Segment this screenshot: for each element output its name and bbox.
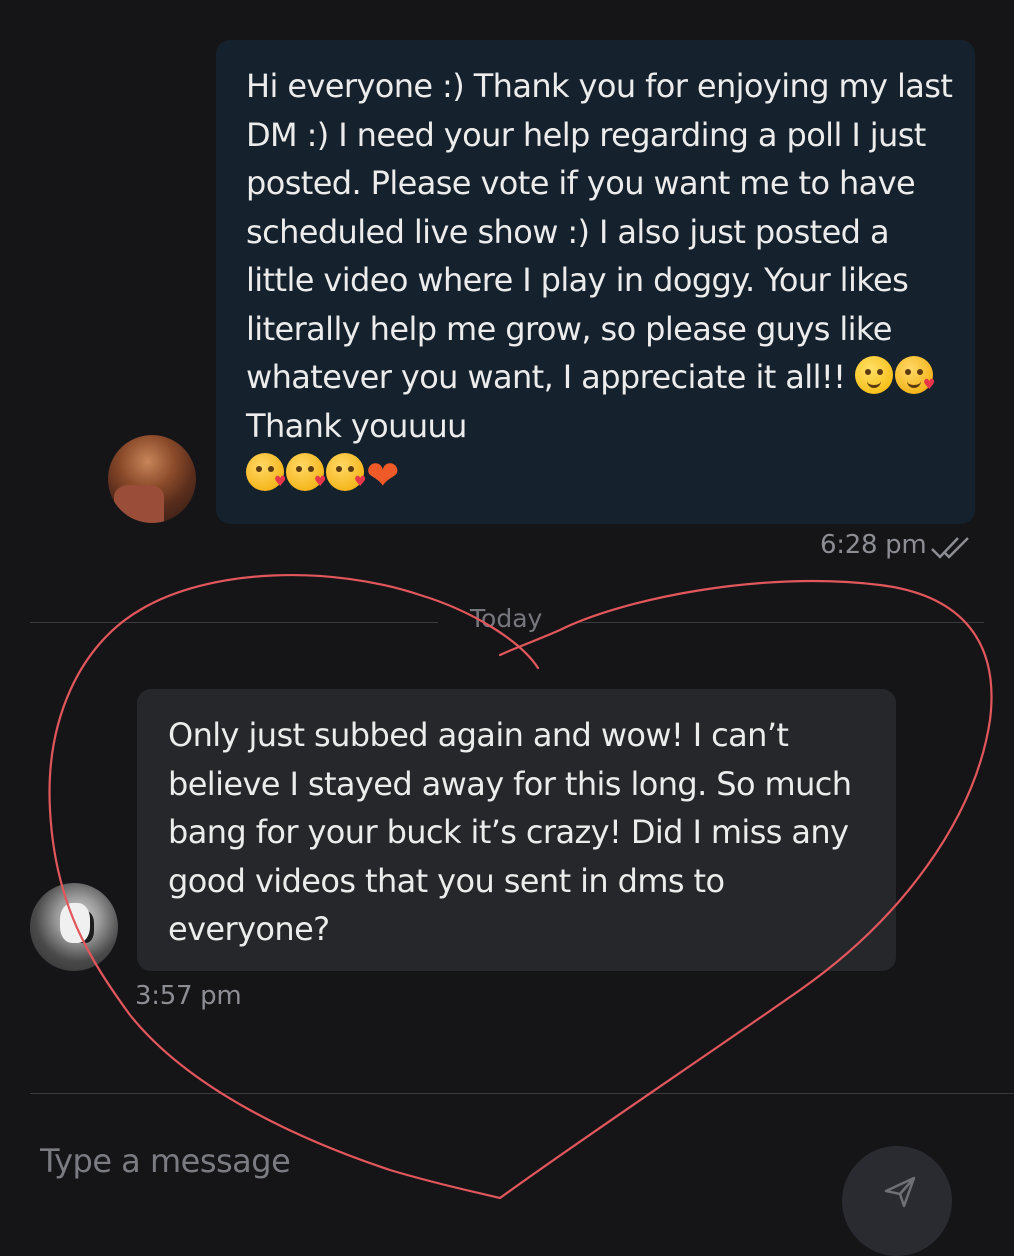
smiling-face-emoji-icon (854, 356, 893, 394)
date-divider-label: Today (470, 604, 543, 633)
outgoing-message-text-end: Thank youuuu (246, 406, 467, 445)
smiling-face-with-hearts-emoji-icon: ♥ (894, 356, 936, 394)
face-blowing-kiss-emoji-icon: ♥ (286, 453, 327, 491)
composer-divider (30, 1093, 1014, 1094)
message-input[interactable] (38, 1135, 802, 1187)
subscriber-avatar[interactable] (30, 883, 118, 971)
incoming-message-text: Only just subbed again and wow! I can’t … (168, 716, 852, 948)
face-blowing-kiss-emoji-icon: ♥ (246, 453, 287, 491)
send-icon (884, 1176, 916, 1208)
outgoing-message-time: 6:28 pm (820, 530, 927, 560)
orange-heart-emoji-icon: ❤ (366, 453, 400, 499)
incoming-message-time: 3:57 pm (135, 981, 242, 1011)
incoming-message-bubble[interactable]: Only just subbed again and wow! I can’t … (137, 689, 896, 971)
date-divider-line-left (30, 622, 438, 623)
date-divider-line-right (580, 622, 984, 623)
outgoing-message-bubble[interactable]: Hi everyone :) Thank you for enjoying my… (216, 40, 975, 524)
double-check-icon (931, 537, 969, 559)
send-button[interactable] (842, 1146, 952, 1256)
outgoing-message-text: Hi everyone :) Thank you for enjoying my… (246, 67, 953, 396)
face-blowing-kiss-emoji-icon: ♥ (326, 453, 367, 491)
sender-avatar[interactable] (108, 435, 196, 523)
